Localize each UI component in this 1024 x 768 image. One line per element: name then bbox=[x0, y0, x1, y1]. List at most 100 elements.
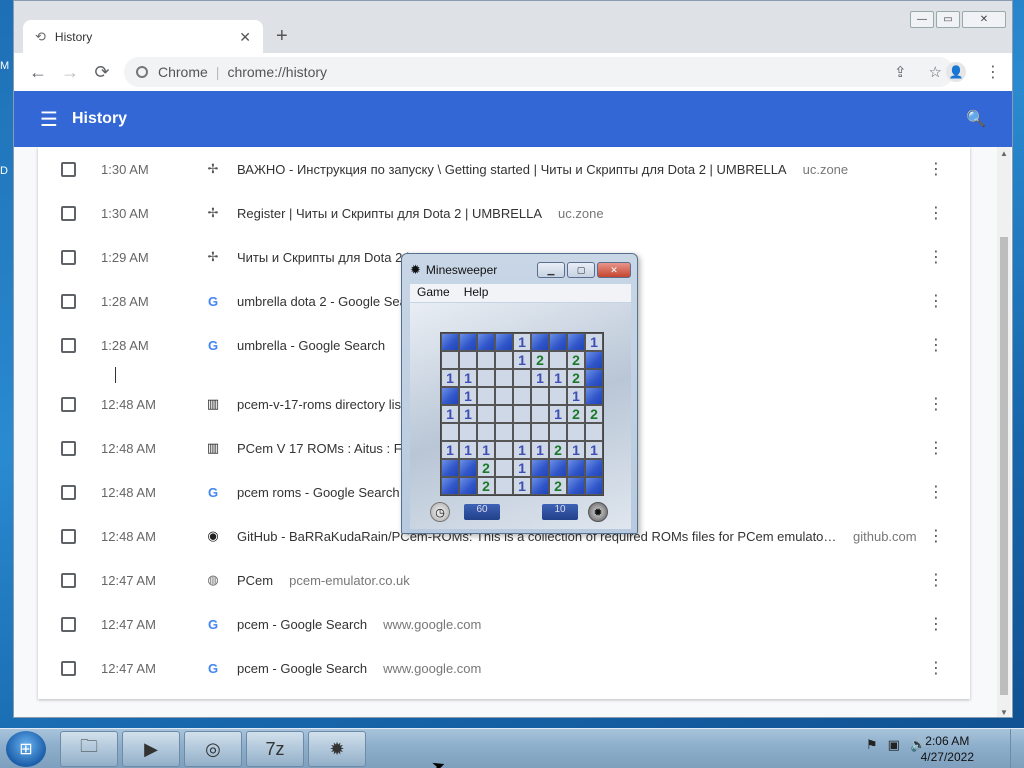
mine-cell[interactable] bbox=[441, 423, 459, 441]
mine-cell[interactable] bbox=[585, 477, 603, 495]
minefield[interactable]: 111221111211111221111121121212 bbox=[440, 332, 604, 496]
start-button[interactable]: ⊞ bbox=[6, 731, 46, 767]
chrome-taskbar-button[interactable]: ◎ bbox=[184, 731, 242, 767]
mine-cell[interactable]: 1 bbox=[459, 387, 477, 405]
row-domain[interactable]: pcem-emulator.co.uk bbox=[289, 573, 410, 588]
row-checkbox[interactable] bbox=[61, 616, 76, 632]
mine-cell[interactable] bbox=[531, 405, 549, 423]
mine-cell[interactable]: 1 bbox=[441, 441, 459, 459]
mine-cell[interactable] bbox=[549, 351, 567, 369]
mine-cell[interactable]: 2 bbox=[549, 441, 567, 459]
row-title[interactable]: pcem - Google Search bbox=[237, 661, 367, 676]
back-button[interactable]: ← bbox=[22, 62, 54, 83]
row-title[interactable]: pcem - Google Search bbox=[237, 617, 367, 632]
row-domain[interactable]: github.com bbox=[853, 529, 917, 544]
mine-cell[interactable] bbox=[495, 351, 513, 369]
mine-cell[interactable] bbox=[585, 369, 603, 387]
mine-cell[interactable] bbox=[531, 387, 549, 405]
mine-cell[interactable] bbox=[459, 333, 477, 351]
mine-cell[interactable]: 1 bbox=[441, 369, 459, 387]
history-row[interactable]: 12:47 AM Gpcem - Google Search www.google.… bbox=[38, 646, 970, 690]
row-menu-icon[interactable]: ⋮ bbox=[928, 614, 944, 634]
mine-cell[interactable] bbox=[477, 387, 495, 405]
mine-cell[interactable]: 2 bbox=[477, 459, 495, 477]
menu-help[interactable]: Help bbox=[457, 284, 496, 302]
row-menu-icon[interactable]: ⋮ bbox=[928, 658, 944, 678]
row-checkbox[interactable] bbox=[61, 337, 76, 353]
mine-cell[interactable] bbox=[567, 477, 585, 495]
row-domain[interactable]: www.google.com bbox=[383, 617, 481, 632]
history-row[interactable]: 1:30 AM ✢ Register | Читы и Скрипты для Do… bbox=[38, 191, 970, 235]
minimize-button[interactable]: ▁ bbox=[537, 262, 565, 278]
mine-cell[interactable] bbox=[585, 387, 603, 405]
tab-close-icon[interactable]: ✕ bbox=[239, 29, 251, 46]
scroll-thumb[interactable] bbox=[1000, 237, 1008, 695]
row-menu-icon[interactable]: ⋮ bbox=[928, 394, 944, 414]
action-center-flag-icon[interactable]: ⚑ bbox=[866, 737, 878, 753]
mine-cell[interactable] bbox=[549, 459, 567, 477]
row-checkbox[interactable] bbox=[61, 660, 76, 676]
mine-cell[interactable] bbox=[567, 423, 585, 441]
mine-cell[interactable] bbox=[495, 477, 513, 495]
mine-cell[interactable]: 2 bbox=[567, 405, 585, 423]
row-checkbox[interactable] bbox=[61, 396, 76, 412]
mine-cell[interactable] bbox=[477, 405, 495, 423]
bookmark-star-icon[interactable]: ☆ bbox=[929, 63, 942, 81]
row-title[interactable]: Читы и Скрипты для Dota 2 | bbox=[237, 250, 409, 265]
mine-cell[interactable]: 1 bbox=[513, 351, 531, 369]
search-icon[interactable]: 🔍 bbox=[966, 109, 986, 129]
row-title[interactable]: umbrella - Google Search bbox=[237, 338, 385, 353]
mine-cell[interactable] bbox=[441, 351, 459, 369]
scroll-down-icon[interactable]: ▼ bbox=[997, 708, 1011, 717]
row-menu-icon[interactable]: ⋮ bbox=[928, 482, 944, 502]
close-button[interactable]: ✕ bbox=[597, 262, 631, 278]
mine-cell[interactable] bbox=[477, 351, 495, 369]
mine-cell[interactable]: 1 bbox=[549, 369, 567, 387]
mine-cell[interactable] bbox=[585, 459, 603, 477]
hamburger-menu-icon[interactable]: ☰ bbox=[40, 107, 58, 132]
clock[interactable]: 2:06 AM 4/27/2022 bbox=[921, 733, 974, 765]
mine-cell[interactable] bbox=[495, 459, 513, 477]
mine-cell[interactable] bbox=[459, 423, 477, 441]
mine-cell[interactable]: 1 bbox=[567, 441, 585, 459]
row-menu-icon[interactable]: ⋮ bbox=[928, 335, 944, 355]
new-tab-button[interactable]: + bbox=[276, 25, 288, 48]
mine-cell[interactable]: 1 bbox=[477, 441, 495, 459]
mine-cell[interactable]: 1 bbox=[513, 477, 531, 495]
mine-cell[interactable] bbox=[513, 387, 531, 405]
mine-cell[interactable]: 1 bbox=[513, 333, 531, 351]
scroll-up-icon[interactable]: ▲ bbox=[997, 149, 1011, 158]
mine-cell[interactable] bbox=[549, 333, 567, 351]
mine-cell[interactable]: 1 bbox=[459, 369, 477, 387]
mine-cell[interactable]: 1 bbox=[459, 441, 477, 459]
minimize-button[interactable]: — bbox=[910, 11, 934, 28]
row-menu-icon[interactable]: ⋮ bbox=[928, 526, 944, 546]
row-title[interactable]: pcem-v-17-roms directory listir bbox=[237, 397, 412, 412]
menu-game[interactable]: Game bbox=[410, 284, 457, 302]
mine-cell[interactable]: 2 bbox=[549, 477, 567, 495]
mine-cell[interactable] bbox=[585, 423, 603, 441]
row-domain[interactable]: uc.zone bbox=[558, 206, 604, 221]
maximize-button[interactable]: ▢ bbox=[567, 262, 595, 278]
network-icon[interactable]: ▣ bbox=[888, 737, 900, 753]
mine-cell[interactable]: 2 bbox=[531, 351, 549, 369]
scrollbar[interactable]: ▲ ▼ bbox=[997, 147, 1011, 717]
mine-cell[interactable] bbox=[531, 477, 549, 495]
mine-cell[interactable] bbox=[531, 333, 549, 351]
mine-cell[interactable] bbox=[459, 459, 477, 477]
url-text[interactable]: chrome://history bbox=[227, 64, 327, 80]
mine-cell[interactable] bbox=[477, 369, 495, 387]
mine-cell[interactable] bbox=[495, 369, 513, 387]
row-title[interactable]: Register | Читы и Скрипты для Dota 2 | U… bbox=[237, 206, 542, 221]
mine-cell[interactable] bbox=[477, 333, 495, 351]
row-menu-icon[interactable]: ⋮ bbox=[928, 247, 944, 267]
row-title[interactable]: ВАЖНО - Инструкция по запуску \ Getting … bbox=[237, 162, 787, 177]
mine-cell[interactable] bbox=[531, 459, 549, 477]
mine-cell[interactable] bbox=[495, 423, 513, 441]
row-checkbox[interactable] bbox=[61, 249, 76, 265]
row-menu-icon[interactable]: ⋮ bbox=[928, 159, 944, 179]
row-title[interactable]: PCem V 17 ROMs : Aitus : Free bbox=[237, 441, 421, 456]
mine-cell[interactable] bbox=[441, 459, 459, 477]
mine-cell[interactable]: 1 bbox=[585, 441, 603, 459]
forward-button[interactable]: → bbox=[54, 62, 86, 83]
